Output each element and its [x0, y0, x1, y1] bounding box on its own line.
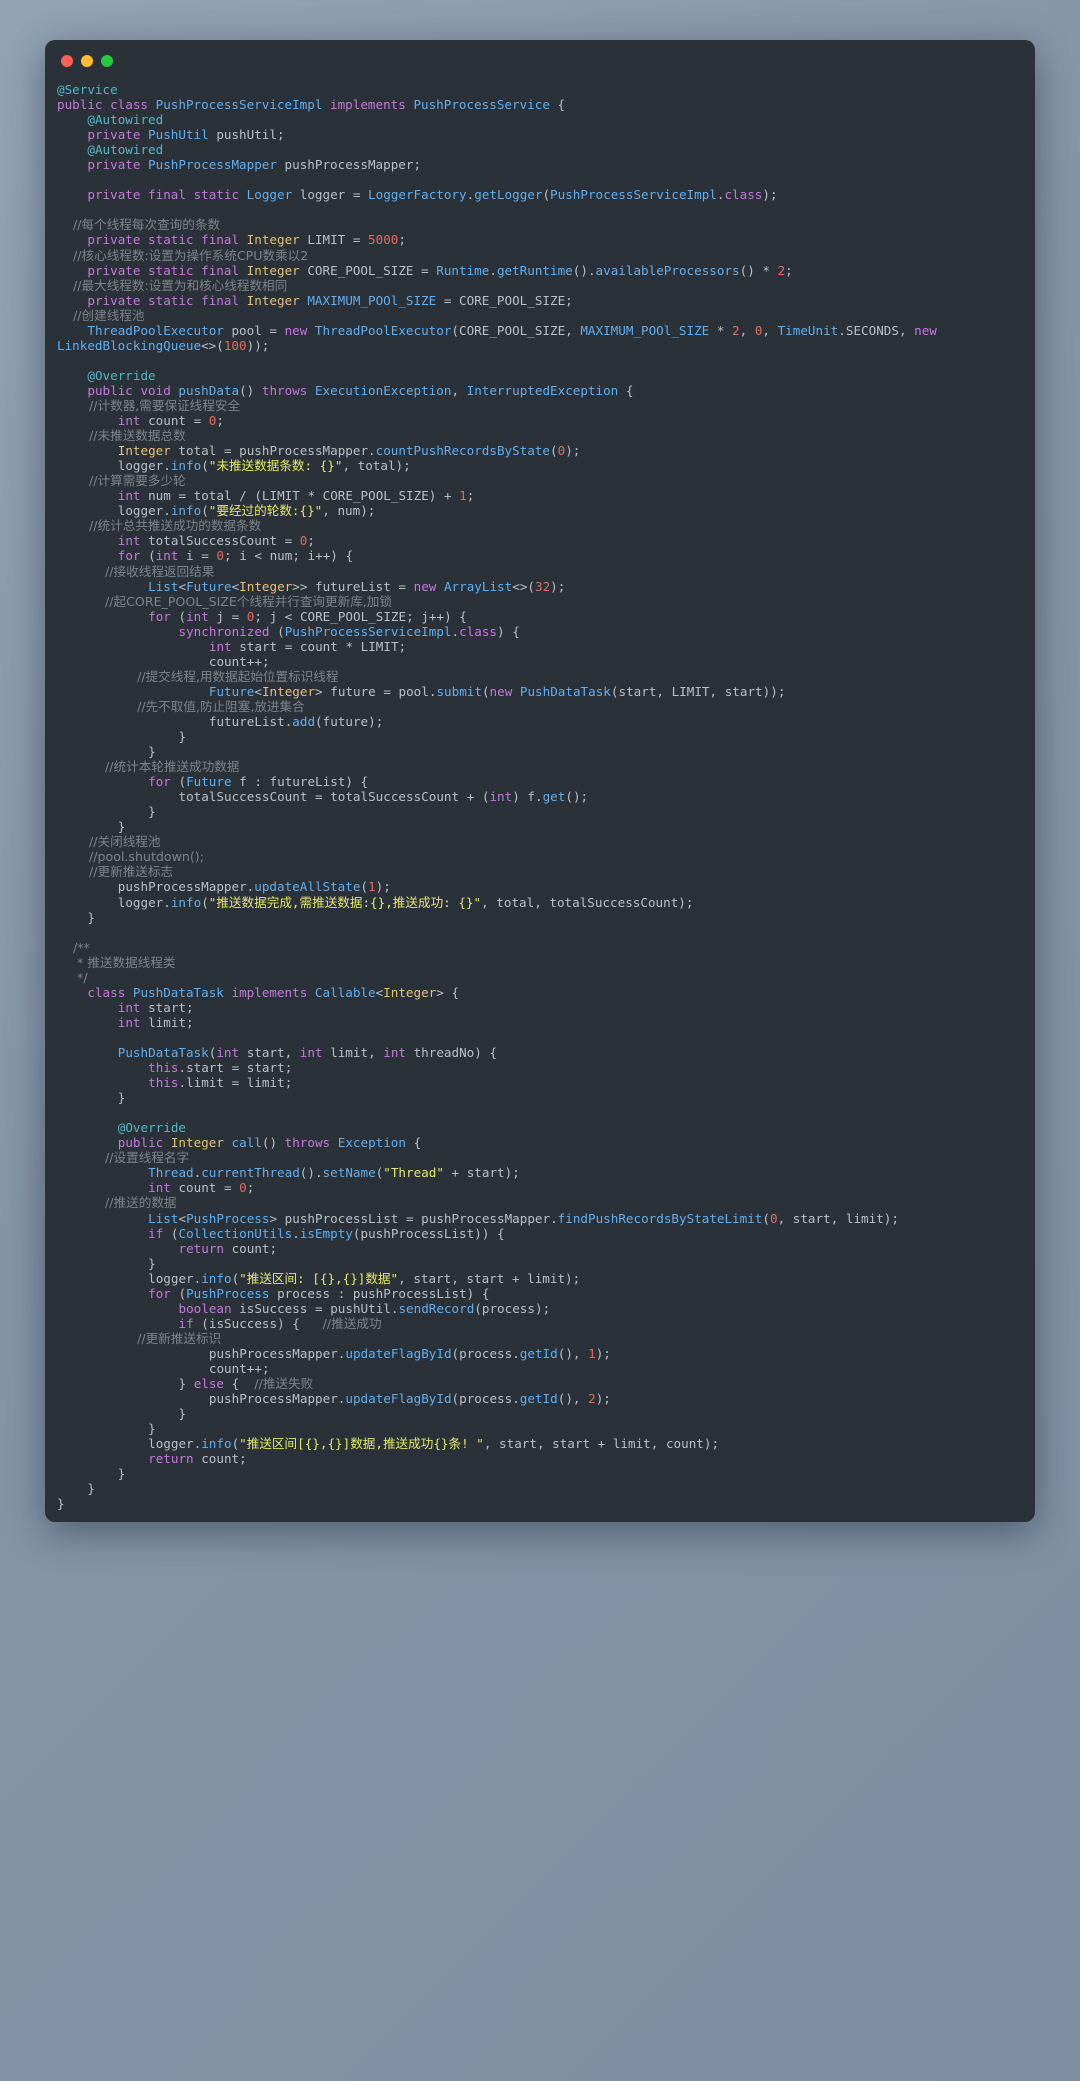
maximize-button[interactable]: [101, 55, 113, 67]
code-window: @Service public class PushProcessService…: [45, 40, 1035, 1522]
minimize-button[interactable]: [81, 55, 93, 67]
window-title-bar: [45, 40, 1035, 82]
close-button[interactable]: [61, 55, 73, 67]
source-code-block[interactable]: @Service public class PushProcessService…: [57, 82, 1023, 1511]
code-window-wrapper: @Service public class PushProcessService…: [45, 40, 1035, 1522]
code-content-area[interactable]: @Service public class PushProcessService…: [45, 82, 1035, 1522]
